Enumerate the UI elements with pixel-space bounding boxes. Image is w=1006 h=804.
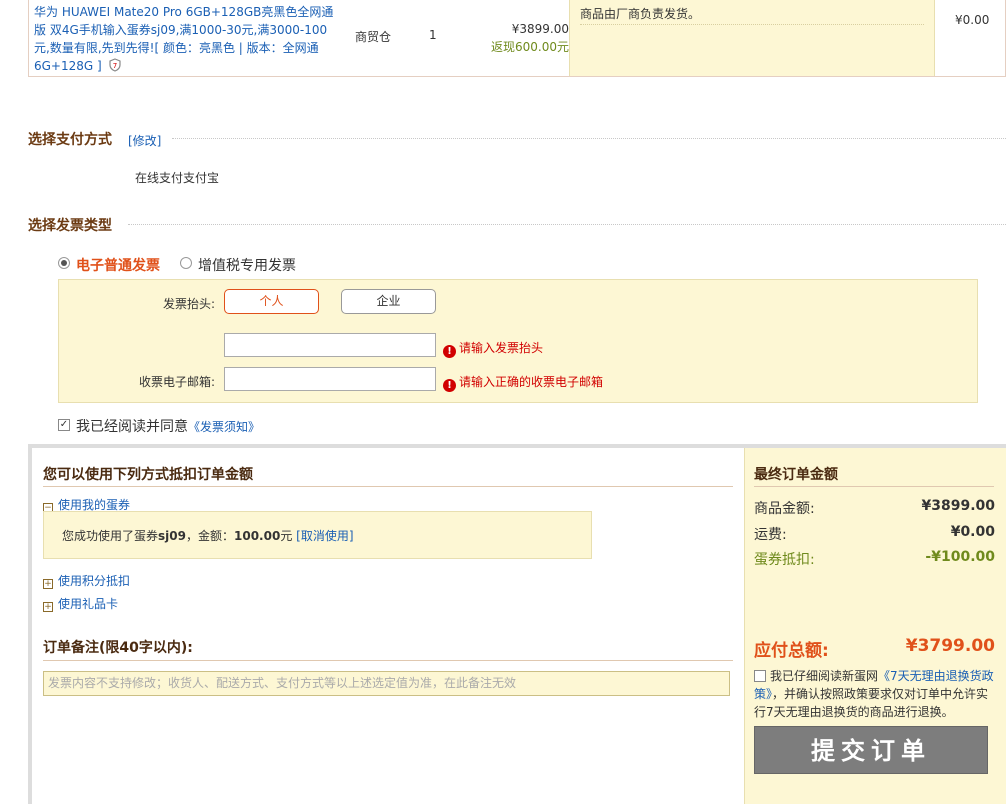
expand-icon: + [43, 602, 53, 612]
price-box: ¥3899.00 返现600.00元 [469, 20, 569, 56]
coupon-deduct-amount: -¥100.00 [925, 549, 995, 565]
policy-checkbox[interactable] [754, 670, 766, 682]
coupon-unit: 元 [280, 529, 293, 543]
divider [580, 24, 924, 25]
invoice-email-label: 收票电子邮箱: [138, 375, 215, 389]
svg-text:7: 7 [112, 62, 116, 70]
coupon-amount: 100.00 [234, 529, 281, 543]
invoice-form-panel: 发票抬头: 个人 企业 ! 请输入发票抬头 收票电子邮箱: ! 请输入正确的收票电子… [58, 279, 978, 403]
vat-invoice-label[interactable]: 增值税专用发票 [198, 255, 296, 275]
shipping-fee: ¥0.00 [955, 13, 990, 27]
goods-amount: ¥3899.00 [921, 498, 995, 514]
points-toggle[interactable]: + 使用积分抵扣 [43, 572, 130, 589]
goods-amount-label: 商品金额: [754, 501, 815, 517]
return-policy: 我已仔细阅读新蛋网《7天无理由退换货政策》，并确认按照政策要求仅对订单中允许实行… [754, 667, 999, 721]
radio-vat-invoice[interactable] [180, 257, 192, 269]
remark-input[interactable]: 发票内容不支持修改；收货人、配送方式、支付方式等以上述选定值为准，在此备注无效 [43, 671, 730, 696]
order-summary: 最终订单金额 商品金额: ¥3899.00 运费: ¥0.00 蛋券抵扣: -¥… [744, 448, 1006, 804]
invoice-email-error: ! 请输入正确的收票电子邮箱 [443, 373, 603, 392]
shipping-notice-cell: 商品由厂商负责发货。 [569, 0, 935, 76]
company-button[interactable]: 企业 [341, 289, 436, 314]
invoice-email-error-text: 请输入正确的收票电子邮箱 [459, 375, 604, 389]
divider [754, 486, 994, 487]
quantity: 1 [429, 28, 437, 42]
coupon-message: 您成功使用了蛋券sj09，金额：100.00元 [取消使用] [62, 527, 354, 544]
invoice-agree: 我已经阅读并同意《发票须知》 [76, 416, 260, 436]
invoice-header-input[interactable] [224, 333, 436, 357]
expand-icon: + [43, 579, 53, 589]
invoice-header-error-text: 请输入发票抬头 [459, 341, 544, 355]
invoice-agree-text: 我已经阅读并同意 [76, 419, 188, 435]
cancel-coupon-link[interactable]: [取消使用] [296, 529, 353, 543]
error-icon: ! [443, 345, 456, 358]
warehouse: 商贸仓 [355, 30, 392, 44]
shipping-label: 运费: [754, 527, 787, 543]
points-toggle-label[interactable]: 使用积分抵扣 [58, 574, 130, 588]
coupon-code: sj09 [158, 529, 186, 543]
invoice-section-title: 选择发票类型 [28, 218, 112, 234]
checkout-panel: 您可以使用下列方式抵扣订单金额 − 使用我的蛋券 您成功使用了蛋券sj09，金额：… [28, 444, 1006, 804]
error-icon: ! [443, 379, 456, 392]
electronic-invoice-label[interactable]: 电子普通发票 [76, 255, 160, 275]
summary-title: 最终订单金额 [754, 467, 838, 483]
remark-title: 订单备注(限40字以内): [43, 640, 193, 656]
invoice-header-error: ! 请输入发票抬头 [443, 339, 543, 358]
divider [172, 138, 1006, 139]
divider [43, 486, 733, 487]
discount-box: 您可以使用下列方式抵扣订单金额 − 使用我的蛋券 您成功使用了蛋券sj09，金额：… [32, 448, 744, 804]
total-amount: ¥3799.00 [905, 636, 995, 656]
invoice-email-input[interactable] [224, 367, 436, 391]
unit-price: ¥3899.00 [511, 22, 569, 36]
invoice-header-label: 发票抬头: [162, 297, 215, 311]
payment-method: 在线支付支付宝 [135, 171, 220, 185]
invoice-agree-checkbox[interactable]: ✓ [58, 419, 70, 431]
shipping-amount: ¥0.00 [950, 524, 995, 540]
product-name[interactable]: 华为 HUAWEI Mate20 Pro 6GB+128GB亮黑色全网通版 双4… [34, 3, 334, 75]
giftcard-toggle[interactable]: + 使用礼品卡 [43, 595, 118, 612]
rebate: 返现600.00元 [491, 40, 569, 54]
coupon-msg-pre: 您成功使用了蛋券 [62, 529, 159, 543]
personal-button[interactable]: 个人 [224, 289, 319, 314]
product-row: 华为 HUAWEI Mate20 Pro 6GB+128GB亮黑色全网通版 双4… [28, 0, 1006, 77]
coupon-toggle-label[interactable]: 使用我的蛋券 [58, 498, 130, 512]
payment-section-title: 选择支付方式 [28, 132, 112, 148]
policy-pre: 我已仔细阅读新蛋网 [770, 669, 879, 683]
shipping-notice: 商品由厂商负责发货。 [580, 7, 701, 21]
invoice-notice-link[interactable]: 《发票须知》 [188, 420, 260, 434]
shield-icon: 7 [108, 58, 121, 72]
discount-title: 您可以使用下列方式抵扣订单金额 [43, 467, 253, 483]
radio-electronic-invoice[interactable] [58, 257, 70, 269]
giftcard-toggle-label[interactable]: 使用礼品卡 [58, 597, 118, 611]
divider [128, 224, 1006, 225]
coupon-msg-mid: ，金额： [185, 529, 234, 543]
coupon-deduct-label: 蛋券抵扣: [754, 552, 815, 568]
submit-order-button[interactable]: 提交订单 [754, 726, 988, 774]
total-label: 应付总额: [754, 641, 829, 661]
policy-post: ，并确认按照政策要求仅对订单中允许实行7天无理由退换货的商品进行退换。 [754, 687, 989, 719]
edit-payment-link[interactable]: [修改] [128, 132, 161, 149]
coupon-applied-box: 您成功使用了蛋券sj09，金额：100.00元 [取消使用] [43, 511, 592, 559]
divider [43, 660, 733, 661]
